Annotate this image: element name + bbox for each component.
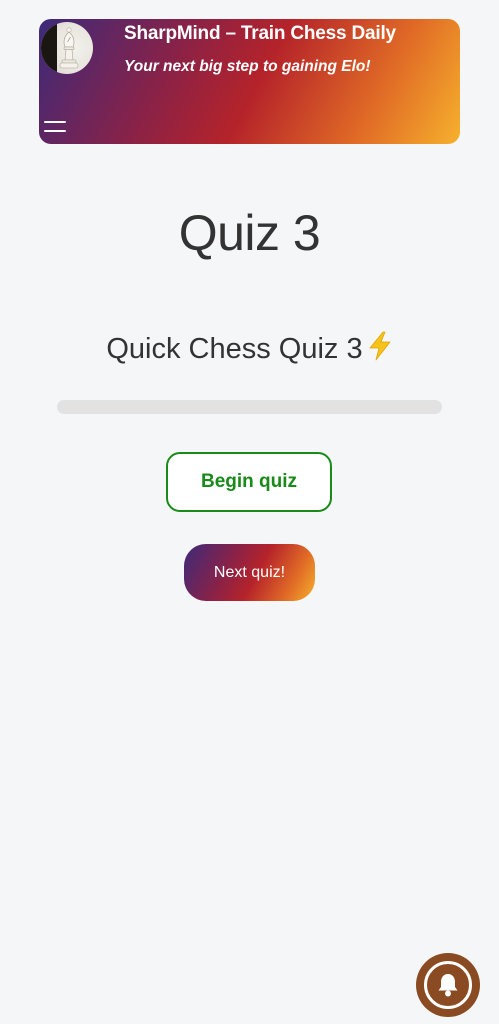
page-title-text: Quiz 3 [178,205,321,261]
menu-line [44,130,66,132]
site-title[interactable]: SharpMind – Train Chess Daily [124,23,396,45]
notification-button[interactable] [416,953,480,1017]
lightning-bolt-icon [367,331,393,369]
next-quiz-button[interactable]: Next quiz! [184,544,315,601]
chess-bishop-icon [59,27,79,69]
menu-line [44,121,66,123]
hamburger-menu-icon[interactable] [44,119,66,135]
quiz-subtitle: Quick Chess Quiz 3 [0,331,499,369]
page-title: Quiz 3 [0,204,499,262]
notification-ring [424,961,472,1009]
site-tagline: Your next big step to gaining Elo! [124,58,371,75]
site-header: SharpMind – Train Chess Daily Your next … [39,19,460,144]
quiz-progress-bar [57,400,442,414]
bell-icon [438,974,458,997]
begin-quiz-button[interactable]: Begin quiz [166,452,332,512]
site-logo[interactable] [41,22,93,74]
quiz-subtitle-text: Quick Chess Quiz 3 [106,333,363,365]
